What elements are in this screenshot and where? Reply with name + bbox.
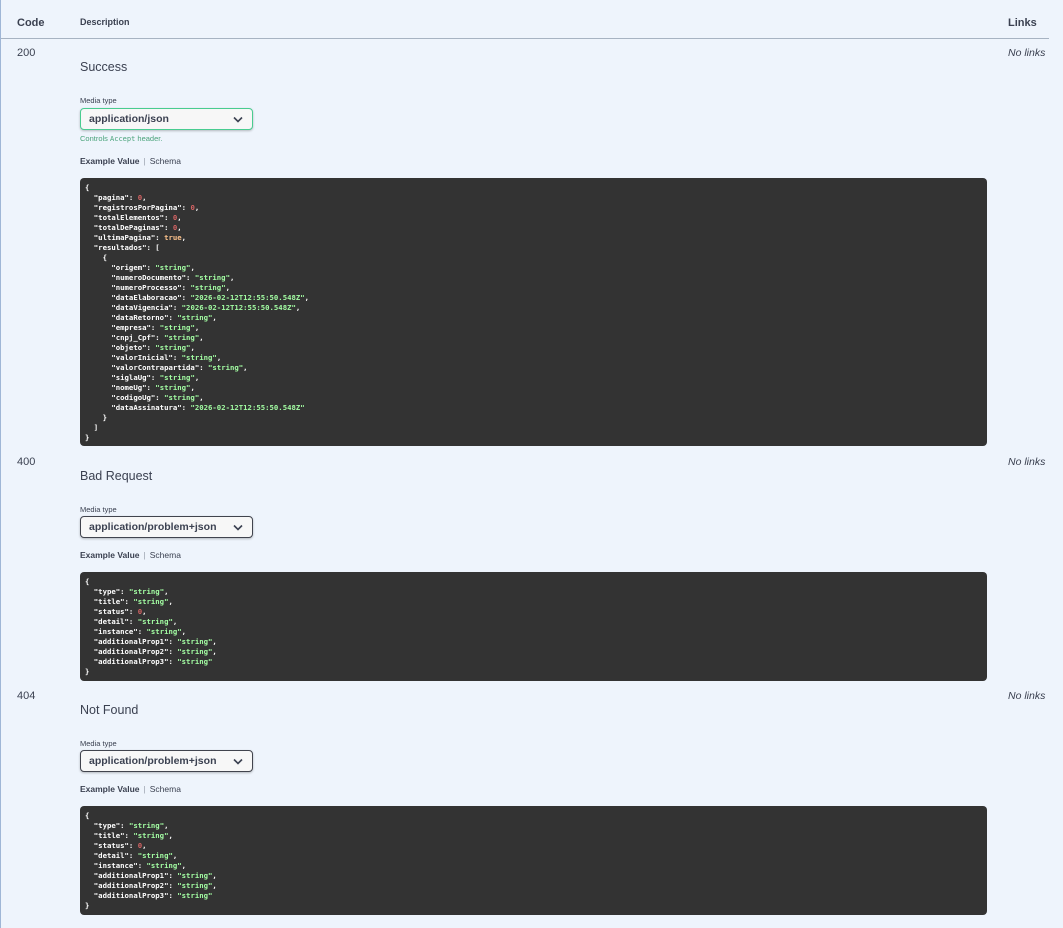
code-line: "type": "string", (85, 821, 169, 830)
code-line: } (85, 433, 90, 442)
code-line: { (85, 253, 107, 262)
chevron-down-icon (233, 116, 243, 123)
code-line: "numeroProcesso": "string", (85, 283, 230, 292)
tab-example-value[interactable]: Example Value (80, 550, 140, 560)
responses-table-header: Code Description Links (1, 0, 1049, 39)
code-line: "dataVigencia": "2026-02-12T12:55:50.548… (85, 303, 301, 312)
code-line: "instance": "string", (85, 861, 187, 870)
media-type-label: Media type (80, 505, 117, 514)
code-line: "additionalProp1": "string", (85, 637, 217, 646)
code-line: "siglaUg": "string", (85, 373, 200, 382)
code-line: "additionalProp1": "string", (85, 871, 217, 880)
code-line: "dataAssinatura": "2026-02-12T12:55:50.5… (85, 403, 305, 412)
code-line: "numeroDocumento": "string", (85, 273, 235, 282)
code-line: "dataElaboracao": "2026-02-12T12:55:50.5… (85, 293, 310, 302)
tab-example-value[interactable]: Example Value (80, 156, 140, 166)
response-links: No links (1008, 456, 1046, 468)
response-code: 200 (17, 47, 36, 59)
media-type-selected: application/json (89, 113, 169, 125)
example-schema-tabs: Example Value | Schema (80, 156, 181, 166)
example-schema-tabs: Example Value | Schema (80, 784, 181, 794)
media-type-label: Media type (80, 96, 117, 105)
code-line: "status": 0, (85, 841, 147, 850)
tab-schema[interactable]: Schema (150, 784, 181, 794)
code-line: "pagina": 0, (85, 193, 147, 202)
code-line: "registrosPorPagina": 0, (85, 203, 200, 212)
chevron-down-icon (233, 524, 243, 531)
tab-example-value[interactable]: Example Value (80, 784, 140, 794)
response-description: Not Found (80, 703, 139, 717)
code-line: "status": 0, (85, 607, 147, 616)
code-line: { (85, 577, 90, 586)
response-links: No links (1008, 690, 1046, 702)
media-type-selected: application/problem+json (89, 755, 217, 767)
code-line: "dataRetorno": "string", (85, 313, 217, 322)
example-json-block: { "type": "string", "title": "string", "… (80, 572, 987, 681)
response-links: No links (1008, 47, 1046, 59)
description-column-header: Description (80, 17, 130, 27)
code-line: "title": "string", (85, 597, 173, 606)
code-line: "nomeUg": "string", (85, 383, 195, 392)
code-line: "valorInicial": "string", (85, 353, 222, 362)
code-line: "additionalProp2": "string", (85, 647, 217, 656)
media-type-select[interactable]: application/json (80, 108, 253, 130)
code-line: { (85, 183, 90, 192)
code-line: "codigoUg": "string", (85, 393, 204, 402)
code-line: "cnpj_Cpf": "string", (85, 333, 204, 342)
code-line: "totalDePaginas": 0, (85, 223, 182, 232)
code-line: "valorContrapartida": "string", (85, 363, 248, 372)
code-line: "totalElementos": 0, (85, 213, 182, 222)
media-type-selected: application/problem+json (89, 521, 217, 533)
code-line: } (85, 413, 107, 422)
code-line: "objeto": "string", (85, 343, 195, 352)
links-column-header: Links (1008, 17, 1037, 29)
code-line: "detail": "string", (85, 617, 178, 626)
media-type-label: Media type (80, 739, 117, 748)
responses-panel: Code Description Links 200 No links Succ… (0, 0, 1063, 928)
code-line: "additionalProp3": "string" (85, 891, 213, 900)
response-code: 400 (17, 456, 36, 468)
code-column-header: Code (17, 17, 45, 29)
code-line: "type": "string", (85, 587, 169, 596)
code-line: } (85, 901, 90, 910)
code-line: { (85, 811, 90, 820)
code-line: } (85, 667, 90, 676)
code-line: "detail": "string", (85, 851, 178, 860)
tab-schema[interactable]: Schema (150, 156, 181, 166)
media-type-select[interactable]: application/problem+json (80, 750, 253, 772)
code-line: "additionalProp2": "string", (85, 881, 217, 890)
controls-accept-note: Controls Accept header. (80, 134, 163, 143)
response-code: 404 (17, 690, 36, 702)
media-type-select[interactable]: application/problem+json (80, 516, 253, 538)
code-line: "additionalProp3": "string" (85, 657, 213, 666)
code-line: "title": "string", (85, 831, 173, 840)
code-line: "ultimaPagina": true, (85, 233, 187, 242)
tab-schema[interactable]: Schema (150, 550, 181, 560)
example-json-block: { "type": "string", "title": "string", "… (80, 806, 987, 915)
response-description: Bad Request (80, 469, 153, 483)
code-line: "instance": "string", (85, 627, 187, 636)
response-description: Success (80, 60, 128, 74)
example-json-block: { "pagina": 0, "registrosPorPagina": 0, … (80, 178, 987, 446)
code-line: "resultados": [ (85, 243, 160, 252)
code-line: "empresa": "string", (85, 323, 200, 332)
code-line: "origem": "string", (85, 263, 195, 272)
example-schema-tabs: Example Value | Schema (80, 550, 181, 560)
chevron-down-icon (233, 758, 243, 765)
code-line: ] (85, 423, 99, 432)
